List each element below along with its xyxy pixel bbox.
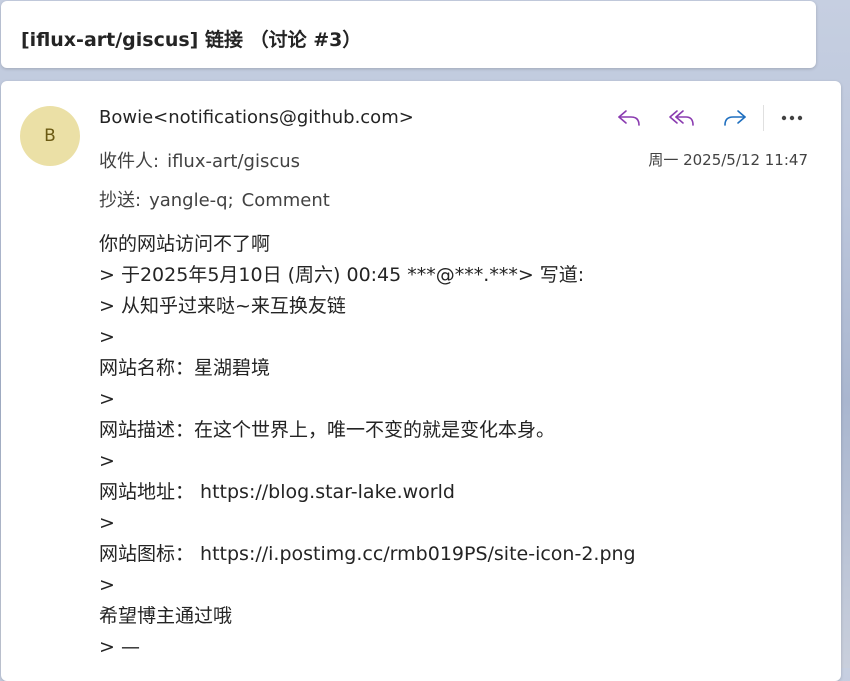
- body-line: > 从知乎过来哒~来互换友链: [99, 295, 346, 317]
- body-line: >: [99, 450, 115, 472]
- message-actions: [611, 101, 810, 135]
- body-line: >: [99, 326, 115, 348]
- subject-header: [iflux-art/giscus] 链接 （讨论 #3）: [1, 1, 816, 68]
- body-line: 网站描述：在这个世界上，唯一不变的就是变化本身。: [99, 419, 556, 441]
- body-line: > 于2025年5月10日 (周六) 00:45 ***@***.***> 写道…: [99, 264, 585, 286]
- message-card: B Bowie<notifications@github.com> 收件人: if…: [1, 81, 841, 681]
- body-line: 网站名称：星湖碧境: [99, 357, 271, 379]
- body-line: >: [99, 574, 115, 596]
- to-recipient[interactable]: iflux-art/giscus: [167, 151, 300, 172]
- body-link-line[interactable]: 网站图标： https://i.postimg.cc/rmb019PS/site…: [99, 539, 819, 570]
- body-line: >: [99, 388, 115, 410]
- reply-icon: [618, 110, 640, 126]
- more-actions-button[interactable]: [774, 101, 810, 135]
- body-link-line[interactable]: 网站地址： https://blog.star-lake.world: [99, 477, 819, 508]
- cc-recipient[interactable]: Comment: [242, 190, 330, 211]
- body-line: > —: [99, 636, 140, 658]
- body-line: 你的网站访问不了啊: [99, 233, 271, 255]
- forward-icon: [724, 110, 746, 126]
- sender-name[interactable]: Bowie<notifications@github.com>: [99, 107, 414, 128]
- to-label: 收件人:: [99, 151, 160, 172]
- sender-avatar[interactable]: B: [20, 106, 80, 166]
- more-icon: [781, 115, 803, 121]
- avatar-initial: B: [44, 126, 56, 146]
- reply-all-icon: [669, 110, 694, 126]
- reply-button[interactable]: [611, 101, 647, 135]
- recipients-row: 收件人: iflux-art/giscus: [99, 147, 300, 173]
- forward-button[interactable]: [717, 101, 753, 135]
- cc-label: 抄送:: [99, 190, 142, 211]
- email-subject: [iflux-art/giscus] 链接 （讨论 #3）: [21, 29, 362, 51]
- message-date: 周一 2025/5/12 11:47: [648, 151, 808, 169]
- cc-recipient[interactable]: yangle-q;: [149, 190, 234, 211]
- body-line: >: [99, 512, 115, 534]
- actions-divider: [763, 105, 764, 131]
- body-line: 希望博主通过哦: [99, 605, 233, 627]
- message-body: 你的网站访问不了啊 > 于2025年5月10日 (周六) 00:45 ***@*…: [99, 229, 819, 663]
- reply-all-button[interactable]: [664, 101, 700, 135]
- cc-row: 抄送: yangle-q; Comment: [99, 186, 330, 212]
